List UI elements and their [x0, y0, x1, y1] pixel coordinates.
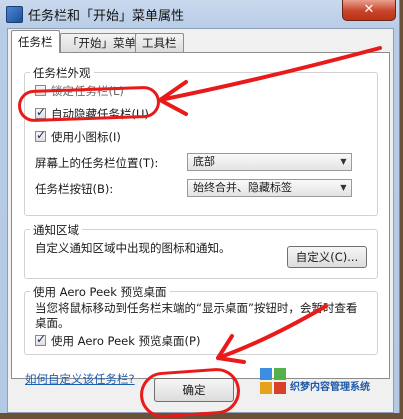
buttons-select[interactable]: 始终合并、隐藏标签 ▼ — [187, 179, 352, 197]
tab-taskbar[interactable]: 任务栏 — [11, 30, 60, 53]
position-select[interactable]: 底部 ▼ — [187, 153, 352, 171]
buttons-label: 任务栏按钮(B): — [35, 182, 114, 196]
tab-start-menu[interactable]: 「开始」菜单 — [60, 33, 143, 52]
annotation-circle-ok — [138, 366, 242, 419]
chevron-down-icon: ▼ — [340, 183, 347, 192]
check-icon: ✓ — [36, 128, 47, 142]
close-icon: ✕ — [363, 2, 375, 17]
customize-button[interactable]: 自定义(C)... — [287, 246, 367, 268]
properties-dialog: 任务栏和「开始」菜单属性 ✕ 任务栏 「开始」菜单 工具栏 任务栏外观 锁定任务… — [0, 0, 400, 419]
notification-text: 自定义通知区域中出现的图标和通知。 — [35, 241, 231, 255]
annotation-arrow-bottom — [216, 304, 328, 364]
chevron-down-icon: ▼ — [340, 157, 347, 166]
annotation-circle-autohide — [17, 85, 161, 123]
annotation-arrow-top — [158, 46, 382, 116]
close-button[interactable]: ✕ — [342, 0, 396, 21]
appearance-group-title: 任务栏外观 — [30, 65, 94, 81]
aero-peek-label: 使用 Aero Peek 预览桌面(P) — [51, 334, 201, 348]
small-icons-label: 使用小图标(I) — [51, 130, 121, 144]
check-icon: ✓ — [36, 332, 47, 346]
aero-peek-group-title: 使用 Aero Peek 预览桌面 — [30, 284, 170, 300]
watermark-text: 织梦内容管理系统 — [290, 382, 370, 393]
position-value: 底部 — [193, 155, 215, 168]
position-label: 屏幕上的任务栏位置(T): — [35, 156, 159, 170]
watermark-logo-icon — [260, 368, 286, 394]
aero-peek-checkbox[interactable]: ✓ — [35, 332, 47, 346]
window-title: 任务栏和「开始」菜单属性 — [28, 9, 185, 24]
notification-group-title: 通知区域 — [30, 222, 82, 238]
title-bar[interactable]: 任务栏和「开始」菜单属性 ✕ — [0, 0, 400, 28]
taskbar-app-icon — [6, 6, 23, 23]
small-icons-checkbox[interactable]: ✓ — [35, 128, 47, 142]
buttons-value: 始终合并、隐藏标签 — [193, 181, 292, 194]
help-link[interactable]: 如何自定义该任务栏? — [25, 371, 135, 387]
